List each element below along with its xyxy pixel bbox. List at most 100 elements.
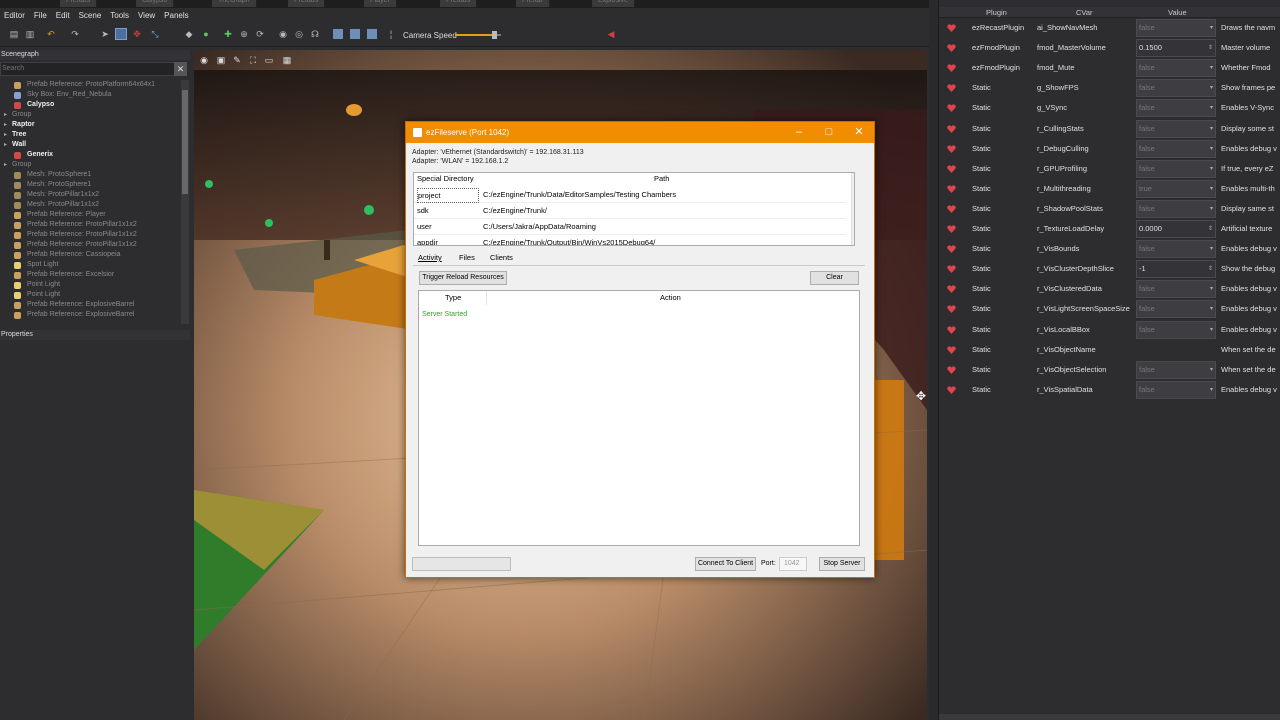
cvar-value-dropdown[interactable]: false ▾ (1136, 59, 1216, 78)
heart-icon[interactable] (947, 64, 956, 73)
clear-search-button[interactable]: ✕ (174, 62, 187, 76)
cvar-value-dropdown[interactable]: false ▾ (1136, 199, 1216, 218)
scenegraph-scrollbar[interactable] (181, 80, 189, 324)
dropdown-arrow-icon[interactable]: ▾ (1210, 322, 1213, 338)
scenegraph-item[interactable]: Spot Light (0, 260, 181, 270)
camera-mode-icon[interactable]: ▣ (216, 55, 226, 65)
document-tab[interactable]: Explosive (592, 0, 635, 7)
directory-scrollbar[interactable] (851, 173, 854, 245)
cvar-value-dropdown[interactable]: false ▾ (1136, 79, 1216, 98)
cvar-value-dropdown[interactable]: false ▾ (1136, 300, 1216, 319)
view-layout-icon[interactable]: ▭ (264, 55, 274, 65)
cvar-horizontal-scrollbar[interactable] (939, 714, 1280, 720)
document-tab[interactable]: Calypso (136, 0, 175, 7)
cvar-value-dropdown[interactable]: false ▾ (1136, 360, 1216, 379)
heart-icon[interactable] (947, 345, 956, 354)
camera-speed-handle[interactable] (492, 31, 498, 39)
fullscreen-icon[interactable]: ⛶ (248, 55, 258, 65)
heart-icon[interactable] (947, 245, 956, 254)
scenegraph-item[interactable]: Prefab Reference: ProtoPlatform64x64x1 (0, 80, 181, 90)
spin-arrows-icon[interactable]: ⇕ (1208, 40, 1213, 56)
heart-icon[interactable] (947, 225, 956, 233)
mute-speaker-icon[interactable]: ◀ (606, 29, 616, 39)
dropdown-arrow-icon[interactable]: ▾ (1210, 241, 1213, 257)
dropdown-arrow-icon[interactable]: ▾ (1210, 100, 1213, 116)
dropdown-arrow-icon[interactable]: ▾ (1210, 281, 1213, 297)
maximize-icon[interactable]: □ (822, 125, 836, 139)
record-icon[interactable]: ◉ (278, 29, 288, 39)
camera-icon[interactable]: ☊ (310, 29, 320, 39)
dropdown-arrow-icon[interactable]: ▾ (1210, 362, 1213, 378)
play-sphere-icon[interactable]: ● (201, 29, 211, 39)
trigger-reload-button[interactable]: Trigger Reload Resources (419, 271, 507, 285)
close-icon[interactable]: ✕ (852, 125, 866, 139)
stop-record-icon[interactable]: ◎ (294, 29, 304, 39)
port-input[interactable]: 1042 (779, 557, 807, 571)
expand-arrow-icon[interactable]: ▸ (4, 140, 7, 150)
view-mode-icon[interactable] (333, 29, 343, 39)
save-icon[interactable]: ▤ (9, 29, 19, 39)
scenegraph-item[interactable]: Prefab Reference: Cassiopeia (0, 250, 181, 260)
scenegraph-item[interactable]: Prefab Reference: Excelsior (0, 270, 181, 280)
save-all-icon[interactable]: ▥ (25, 29, 35, 39)
menu-edit[interactable]: Edit (56, 11, 70, 20)
cvar-value-dropdown[interactable]: false ▾ (1136, 159, 1216, 178)
translate-tool-icon[interactable] (115, 28, 127, 40)
dropdown-arrow-icon[interactable]: ▾ (1210, 121, 1213, 137)
dropdown-arrow-icon[interactable]: ▾ (1210, 382, 1213, 398)
scenegraph-item[interactable]: Prefab Reference: ProtoPillar1x1x2 (0, 240, 181, 250)
heart-icon[interactable] (947, 285, 956, 294)
scenegraph-item[interactable]: ▸ Group (0, 160, 181, 170)
document-tab[interactable]: Prefabs (288, 0, 326, 7)
document-tab[interactable]: Player (364, 0, 397, 7)
scenegraph-item[interactable]: ▸ Raptor (0, 120, 181, 130)
spin-arrows-icon[interactable]: ⇕ (1208, 261, 1213, 277)
expand-arrow-icon[interactable]: ▸ (4, 110, 7, 120)
dropdown-arrow-icon[interactable]: ▾ (1210, 301, 1213, 317)
scenegraph-item[interactable]: Prefab Reference: ExplosiveBarrel (0, 300, 181, 310)
cvar-value-dropdown[interactable]: false ▾ (1136, 280, 1216, 299)
menu-editor[interactable]: Editor (4, 11, 25, 20)
dropdown-arrow-icon[interactable]: ▾ (1210, 80, 1213, 96)
document-tab[interactable]: Prefabs (440, 0, 478, 7)
undo-icon[interactable]: ↶ (46, 29, 56, 39)
tab-files[interactable]: Files (459, 251, 475, 265)
cvar-value-dropdown[interactable]: false ▾ (1136, 320, 1216, 339)
heart-icon[interactable] (947, 124, 956, 133)
scenegraph-item[interactable]: Generix (0, 150, 181, 160)
menu-scene[interactable]: Scene (79, 11, 102, 20)
transform-gizmo-icon[interactable]: ✚ (223, 29, 233, 39)
cvar-value-spinbox[interactable]: 0.1500 ⇕ (1136, 39, 1216, 58)
eye-icon[interactable]: ◉ (199, 55, 209, 65)
dropdown-arrow-icon[interactable]: ▾ (1210, 141, 1213, 157)
heart-icon[interactable] (947, 44, 956, 53)
panel-splitter[interactable] (929, 0, 938, 720)
gizmo-local-icon[interactable]: ⊕ (239, 29, 249, 39)
spin-arrows-icon[interactable]: ⇕ (1208, 221, 1213, 237)
scenegraph-item[interactable]: Point Light (0, 280, 181, 290)
heart-icon[interactable] (947, 386, 956, 394)
tag-icon[interactable]: ✎ (232, 55, 242, 65)
document-tab[interactable]: Prefab (516, 0, 550, 7)
directory-row[interactable]: project C:/ezEngine/Trunk/Data/EditorSamp… (414, 187, 846, 203)
scenegraph-item[interactable]: ▸ Wall (0, 140, 181, 150)
scenegraph-item[interactable]: ▸ Tree (0, 130, 181, 140)
scenegraph-item[interactable]: Mesh: ProtoSphere1 (0, 180, 181, 190)
heart-icon[interactable] (947, 265, 956, 274)
expand-arrow-icon[interactable]: ▸ (4, 160, 7, 170)
stop-server-button[interactable]: Stop Server (819, 557, 865, 571)
menu-view[interactable]: View (138, 11, 155, 20)
directory-row[interactable]: sdk C:/ezEngine/Trunk/ (414, 203, 846, 219)
rotate-tool-icon[interactable]: ✥ (132, 29, 142, 39)
cvar-value-dropdown[interactable]: false ▾ (1136, 19, 1216, 37)
scenegraph-item[interactable]: Prefab Reference: Player (0, 210, 181, 220)
menu-file[interactable]: File (34, 11, 47, 20)
scenegraph-item[interactable]: Point Light (0, 290, 181, 300)
scenegraph-item[interactable]: ▸ Group (0, 110, 181, 120)
heart-icon[interactable] (947, 144, 956, 153)
connect-to-client-button[interactable]: Connect To Client (695, 557, 756, 571)
scenegraph-item[interactable]: Calypso (0, 100, 181, 110)
cvar-value-dropdown[interactable]: false ▾ (1136, 119, 1216, 138)
heart-icon[interactable] (947, 305, 956, 314)
scenegraph-item[interactable]: Sky Box: Env_Red_Nebula (0, 90, 181, 100)
